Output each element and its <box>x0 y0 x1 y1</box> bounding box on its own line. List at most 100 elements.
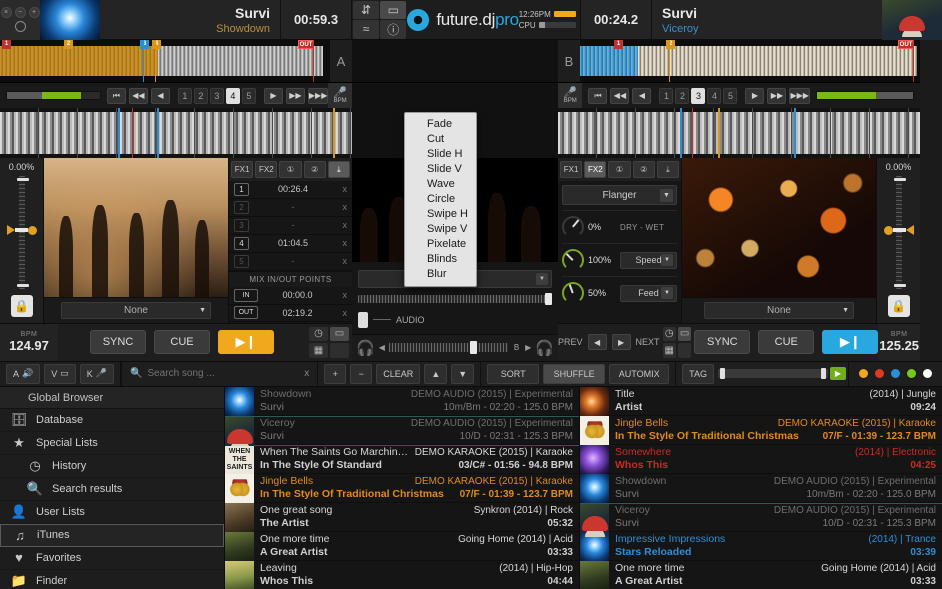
deck-b-pitch-fader[interactable] <box>893 176 905 289</box>
deck-a-fwd-buttons[interactable]: ▶ ▶▶ ▶▶▶ <box>264 88 328 104</box>
cue-delete-icon[interactable]: x <box>337 202 347 212</box>
deck-a-overview[interactable]: 1 2 3 4 OUT A <box>0 40 352 82</box>
sidebar-item-special-lists[interactable]: ★ Special Lists <box>0 432 224 455</box>
deck-b-loop-sizes[interactable]: 1 2 3 4 5 <box>659 88 737 104</box>
cue-row[interactable]: 3 - x <box>229 217 352 235</box>
cue-delete-icon[interactable]: x <box>337 256 347 266</box>
menu-item-blinds[interactable]: Blinds <box>405 252 476 267</box>
cue-number[interactable]: 3 <box>234 219 249 232</box>
deck-b-fx1-tab[interactable]: FX1 <box>560 161 582 178</box>
deck-b-play-button[interactable]: ▶❙ <box>822 330 878 354</box>
center-audio-fader[interactable] <box>358 312 368 328</box>
close-icon[interactable]: × <box>1 7 12 18</box>
deck-b-prev-button[interactable]: ◀ <box>588 334 607 350</box>
table-row[interactable]: Leaving(2014) | Hip-Hop Whos This04:44 <box>225 561 579 589</box>
deck-b-cue-marker-out[interactable]: OUT <box>898 40 914 49</box>
cue-marker-2[interactable]: 2 <box>64 40 73 49</box>
minimize-icon[interactable]: − <box>15 7 26 18</box>
deck-a-key-lock-button[interactable]: 🔒 <box>11 295 33 317</box>
deck-b-step-fwd-button[interactable]: ▶ <box>745 88 764 104</box>
cue-marker-3[interactable]: 3 <box>140 40 149 49</box>
crossfader-right-arrow[interactable]: ▶ <box>525 343 531 352</box>
color-dot-blue[interactable] <box>891 369 900 378</box>
search-input[interactable] <box>147 368 299 379</box>
automix-button[interactable]: AUTOMIX <box>609 364 669 384</box>
cue-row[interactable]: 5 - x <box>229 253 352 271</box>
window-controls[interactable]: × − + <box>0 0 40 40</box>
deck-b-feed-knob[interactable] <box>562 282 584 304</box>
deck-b-video-preview[interactable] <box>682 158 876 297</box>
deck-b-speed-knob[interactable] <box>562 249 584 271</box>
deck-a-video-select[interactable]: None ▼ <box>61 302 211 319</box>
deck-b-cue-button[interactable]: CUE <box>758 330 814 354</box>
menu-item-cut[interactable]: Cut <box>405 132 476 147</box>
color-dot-orange[interactable] <box>859 369 868 378</box>
maximize-icon[interactable]: + <box>29 7 40 18</box>
cue-marker-1[interactable]: 1 <box>2 40 11 49</box>
deck-b-zoom-wave[interactable] <box>558 108 920 158</box>
deck-a-loop-5[interactable]: 5 <box>242 88 256 104</box>
cue-marker-out[interactable]: OUT <box>298 40 314 49</box>
list-item[interactable]: Impressive Impressions(2014) | Trance St… <box>580 532 942 561</box>
color-dot-red[interactable] <box>875 369 884 378</box>
deck-b-progress[interactable] <box>816 91 914 100</box>
info-icon[interactable]: ⓘ <box>380 20 406 39</box>
deck-a-fx1-tab[interactable]: FX1 <box>231 161 253 178</box>
menu-item-slide-h[interactable]: Slide H <box>405 147 476 162</box>
list-item[interactable]: Jingle BellsDEMO KARAOKE (2015) | Karaok… <box>580 416 942 445</box>
audio-filter-button[interactable]: A 🔊 <box>6 364 40 384</box>
cue-delete-icon[interactable]: x <box>337 238 347 248</box>
deck-b-fwd-buttons[interactable]: ▶ ▶▶ ▶▶▶ <box>745 88 809 104</box>
deck-b-next-button[interactable]: ▶ <box>612 334 631 350</box>
deck-a-overview-wave[interactable]: 1 2 3 4 OUT <box>0 40 330 82</box>
deck-a-sampler1-tab[interactable]: ① <box>279 161 301 178</box>
table-row[interactable]: One great songSynkron (2014) | Rock The … <box>225 503 579 532</box>
deck-b-fx-tabs[interactable]: FX1 FX2 ① ② ⤓ <box>558 158 681 181</box>
cue-number[interactable]: 1 <box>234 183 249 196</box>
deck-b-loop-2[interactable]: 2 <box>675 88 689 104</box>
table-row[interactable]: One more timeGoing Home (2014) | Acid A … <box>225 532 579 561</box>
deck-b-grid-icon[interactable]: ▦ <box>663 343 676 358</box>
deck-a-loop-1[interactable]: 1 <box>178 88 192 104</box>
cue-delete-icon[interactable]: x <box>337 220 347 230</box>
tag-button[interactable]: TAG <box>682 364 714 384</box>
move-up-button[interactable]: ▲ <box>424 364 447 384</box>
list-item[interactable]: One more timeGoing Home (2014) | Acid A … <box>580 561 942 589</box>
cue-row[interactable]: 1 00:26.4 x <box>229 181 352 199</box>
mix-out-row[interactable]: OUT 02:19.2 x <box>229 305 352 323</box>
sidebar-item-finder[interactable]: 📁 Finder <box>0 570 224 589</box>
deck-a-cue-button[interactable]: CUE <box>154 330 210 354</box>
mixer-icon[interactable]: ⇵ <box>353 1 379 20</box>
deck-a-loop-3[interactable]: 3 <box>210 88 224 104</box>
menu-item-fade[interactable]: Fade <box>405 117 476 132</box>
deck-a-sampler2-tab[interactable]: ② <box>304 161 326 178</box>
cue-number[interactable]: 4 <box>234 237 249 250</box>
deck-a-fx2-tab[interactable]: FX2 <box>255 161 277 178</box>
shuffle-button[interactable]: SHUFFLE <box>543 364 605 384</box>
deck-b-fx2-tab[interactable]: FX2 <box>584 161 606 178</box>
cue-number[interactable]: 5 <box>234 255 249 268</box>
list-item[interactable]: Somewhere(2014) | Electronic Whos This04… <box>580 445 942 474</box>
deck-b-video-select[interactable]: None ▼ <box>704 302 854 319</box>
menu-item-swipe-v[interactable]: Swipe V <box>405 222 476 237</box>
clear-button[interactable]: CLEAR <box>376 364 420 384</box>
sidebar-item-database[interactable]: 🗄 Database <box>0 409 224 432</box>
color-dot-white[interactable] <box>923 369 932 378</box>
view-toggle-icons[interactable]: ⇵ ▭ ≈ ⓘ <box>352 0 407 40</box>
headphone-a-icon[interactable]: 🎧 <box>356 339 375 357</box>
deck-b-key-lock-button[interactable]: 🔒 <box>888 295 910 317</box>
deck-b-overview-wave[interactable]: 1 2 OUT <box>580 40 920 82</box>
deck-b-loop-3[interactable]: 3 <box>691 88 705 104</box>
sidebar-item-user-lists[interactable]: 👤 User Lists <box>0 501 224 524</box>
move-down-button[interactable]: ▼ <box>451 364 474 384</box>
deck-b-fast-fwd-button[interactable]: ▶▶ <box>767 88 786 104</box>
sidebar-item-favorites[interactable]: ♥ Favorites <box>0 547 224 570</box>
sidebar-item-history[interactable]: ◷ History <box>0 455 224 478</box>
deck-b-skip-end-button[interactable]: ▶▶▶ <box>789 88 809 104</box>
deck-a-screen-icon[interactable]: ▭ <box>330 327 349 342</box>
deck-b-step-back-button[interactable]: ◀ <box>632 88 651 104</box>
deck-b-timer-icon[interactable]: ◷ <box>663 327 676 342</box>
deck-a-cues-tab[interactable]: ⤓ <box>328 161 350 178</box>
deck-a-play-button[interactable]: ▶❙ <box>218 330 274 354</box>
deck-a-skip-start-button[interactable]: ⏮ <box>107 88 126 104</box>
